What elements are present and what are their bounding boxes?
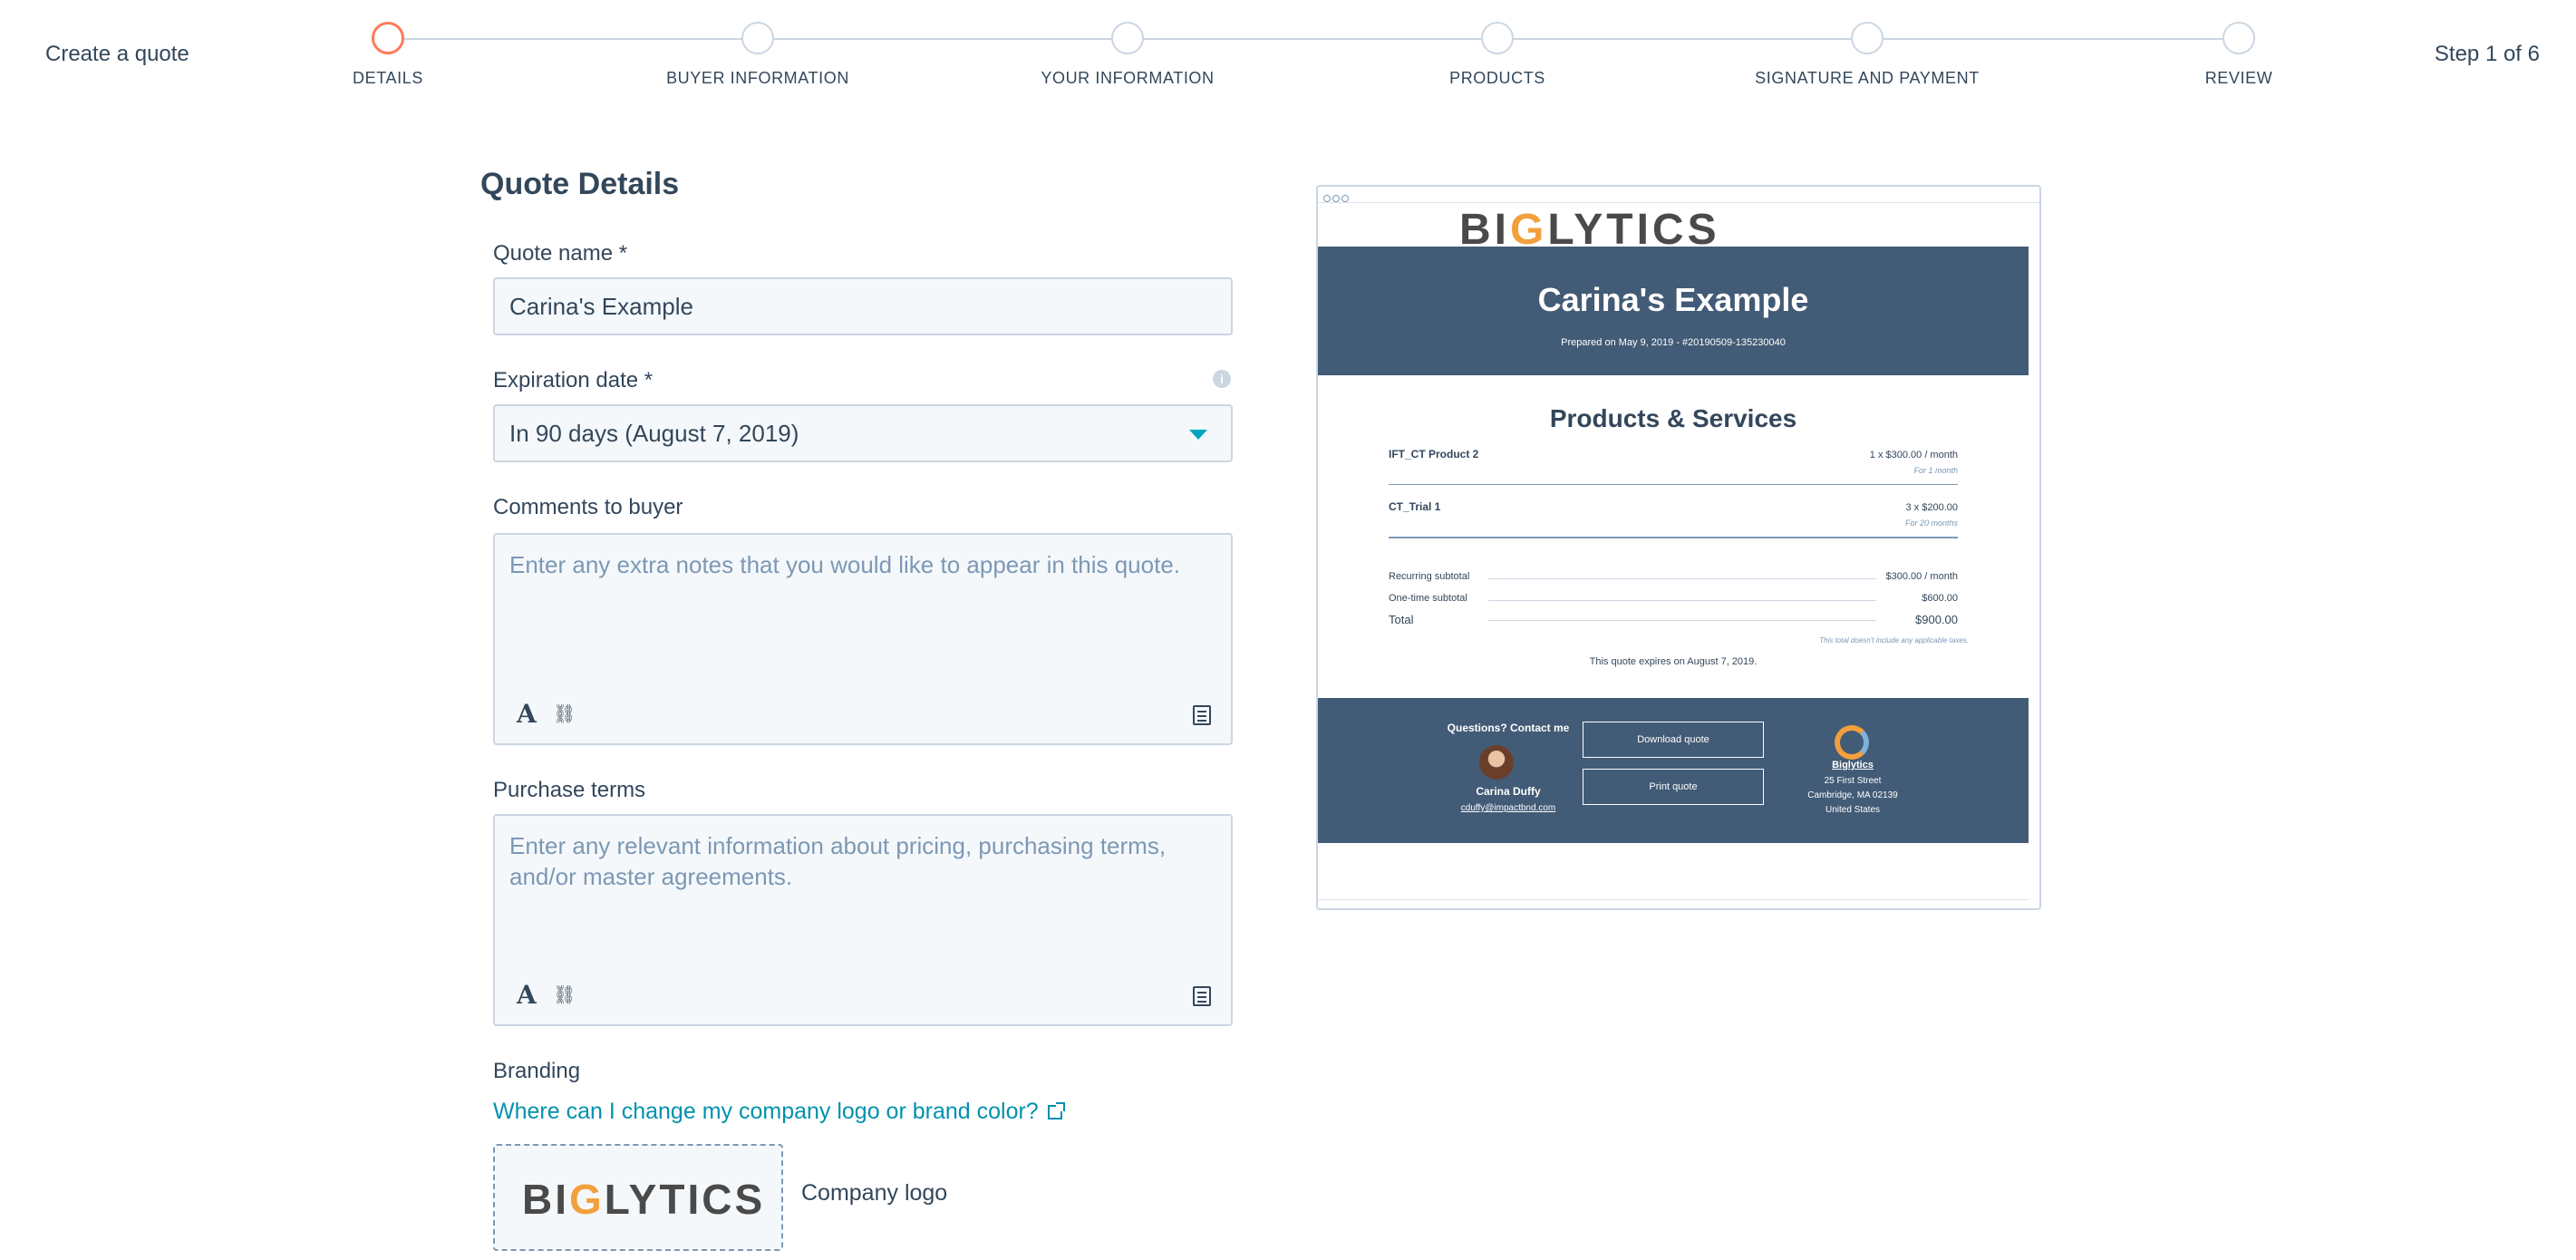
step-buyer-information[interactable]: BUYER INFORMATION [604, 22, 912, 88]
step-dot [1481, 22, 1514, 54]
step-label: SIGNATURE AND PAYMENT [1755, 69, 1980, 87]
company-address-line: United States [1825, 805, 1881, 815]
company-logo-caption: Company logo [801, 1180, 948, 1206]
purchase-terms-label: Purchase terms [493, 778, 646, 802]
step-dot [1851, 22, 1884, 54]
comments-placeholder: Enter any extra notes that you would lik… [509, 551, 1181, 578]
company-address-line: 25 First Street [1824, 776, 1882, 786]
quote-stepper: Create a quote DETAILS BUYER INFORMATION… [0, 0, 2576, 109]
tax-note: This total doesn't include any applicabl… [1819, 636, 1969, 645]
text-format-icon[interactable]: A [517, 699, 537, 729]
preview-prepared: Prepared on May 9, 2019 - #20190509-1352… [1561, 337, 1786, 348]
step-label: BUYER INFORMATION [666, 69, 849, 87]
preview-title: Carina's Example [1537, 281, 1809, 318]
quote-preview: BIGLYTICS Carina's Example Prepared on M… [1316, 185, 2041, 910]
page-title: Quote Details [480, 167, 680, 201]
step-your-information[interactable]: YOUR INFORMATION [973, 22, 1282, 88]
expiration-date-value: In 90 days (August 7, 2019) [509, 420, 799, 447]
step-review[interactable]: REVIEW [2085, 22, 2393, 88]
branding-help-text: Where can I change my company logo or br… [493, 1099, 1039, 1124]
preview-footer: Questions? Contact me Carina Duffy cduff… [1318, 698, 2029, 843]
create-quote-label: Create a quote [45, 42, 189, 66]
summary-row: Recurring subtotal $300.00 / month [1389, 571, 1958, 582]
company-logo-upload[interactable]: BIGLYTICS [493, 1144, 783, 1251]
step-dot [2223, 22, 2255, 54]
chevron-down-icon [1189, 430, 1207, 440]
step-dot [741, 22, 774, 54]
expiry-note: This quote expires on August 7, 2019. [1589, 656, 1758, 667]
expiration-date-select[interactable]: In 90 days (August 7, 2019) [493, 404, 1233, 462]
company-name-link[interactable]: Biglytics [1762, 760, 1943, 771]
summary-row: One-time subtotal $600.00 [1389, 593, 1958, 604]
questions-label: Questions? Contact me [1447, 722, 1570, 734]
download-quote-button[interactable]: Download quote [1583, 722, 1764, 758]
expiration-date-label: Expiration date * [493, 368, 654, 393]
external-link-icon [1047, 1102, 1065, 1119]
link-icon[interactable]: ⛓ [553, 703, 576, 725]
step-label: REVIEW [2204, 69, 2273, 87]
summary-row-total: Total $900.00 [1389, 613, 1958, 626]
step-label: DETAILS [353, 69, 423, 87]
preview-section-title: Products & Services [1549, 404, 1797, 432]
step-products[interactable]: PRODUCTS [1343, 22, 1651, 88]
link-icon[interactable]: ⛓ [553, 984, 576, 1006]
preview-bottom-rule [1318, 899, 2029, 900]
purchase-terms-textarea[interactable]: Enter any relevant information about pri… [493, 814, 1233, 1026]
step-counter: Step 1 of 6 [2434, 42, 2540, 66]
contact-email-link[interactable]: cduffy@impactbnd.com [1418, 803, 1599, 813]
purchase-terms-placeholder: Enter any relevant information about pri… [509, 832, 1167, 890]
comments-textarea[interactable]: Enter any extra notes that you would lik… [493, 533, 1233, 745]
print-quote-button[interactable]: Print quote [1583, 769, 1764, 805]
step-details[interactable]: DETAILS [234, 22, 542, 88]
line-item: IFT_CT Product 2 1 x $300.00 / month For… [1389, 448, 1958, 475]
contact-name: Carina Duffy [1476, 785, 1541, 798]
step-signature-and-payment[interactable]: SIGNATURE AND PAYMENT [1713, 22, 2021, 88]
company-address-line: Cambridge, MA 02139 [1807, 790, 1898, 800]
company-logo: BIGLYTICS [522, 1176, 766, 1223]
divider [1389, 484, 1958, 485]
text-format-icon[interactable]: A [517, 980, 537, 1010]
branding-label: Branding [493, 1059, 581, 1083]
step-dot [1111, 22, 1144, 54]
quote-name-input[interactable]: Carina's Example [493, 277, 1233, 335]
quote-name-label: Quote name * [493, 241, 628, 266]
preview-window-bar [1318, 187, 2039, 203]
branding-help-link[interactable]: Where can I change my company logo or br… [493, 1099, 1065, 1125]
step-label: PRODUCTS [1449, 69, 1545, 87]
snippet-icon[interactable] [1193, 705, 1211, 725]
company-logo-icon [1835, 725, 1869, 760]
step-dot-active [372, 22, 404, 54]
snippet-icon[interactable] [1193, 986, 1211, 1006]
step-label: YOUR INFORMATION [1041, 69, 1215, 87]
divider [1389, 537, 1958, 538]
preview-header-band: Carina's Example Prepared on May 9, 2019… [1318, 247, 2029, 375]
comments-label: Comments to buyer [493, 495, 683, 519]
line-item: CT_Trial 1 3 x $200.00 For 20 months [1389, 500, 1958, 528]
avatar [1479, 745, 1514, 780]
info-icon[interactable]: i [1213, 370, 1231, 388]
